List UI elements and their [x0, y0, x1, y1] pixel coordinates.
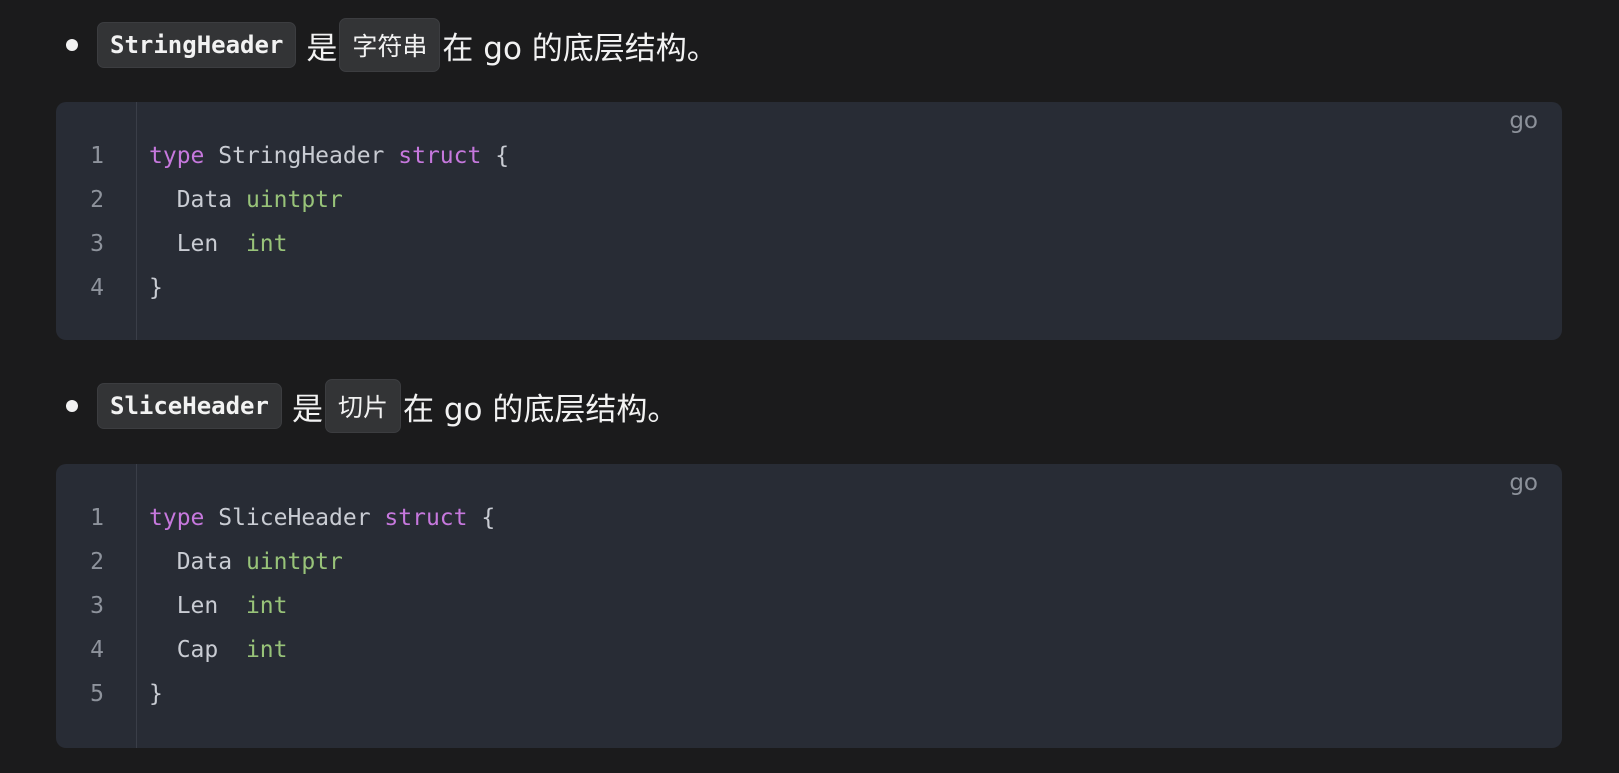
suffix-text: 在 go 的底层结构。 [442, 30, 718, 67]
code-line: 2 Data uintptr [56, 178, 1562, 222]
language-label: go [1509, 108, 1538, 134]
inline-code-string-header: StringHeader [97, 22, 297, 68]
code-text: } [149, 681, 163, 707]
code-lines: 1 type SliceHeader struct { 2 Data uintp… [56, 496, 1562, 716]
bullet-string-header: StringHeader 是 字符串 在 go 的底层结构。 [64, 18, 718, 72]
type-name: int [245, 593, 288, 619]
line-number: 3 [90, 593, 104, 619]
punctuation: { [467, 505, 496, 531]
line-number: 4 [90, 275, 104, 301]
type-name: int [245, 231, 288, 257]
type-name: uintptr [245, 187, 343, 213]
inline-term-string: 字符串 [339, 18, 441, 72]
code-line: 4 Cap int [56, 628, 1562, 672]
connector-text: 是 [291, 391, 323, 428]
inline-term-slice: 切片 [324, 379, 401, 433]
code-text: type SliceHeader struct { [149, 505, 495, 531]
bullet-slice-header: SliceHeader 是 切片 在 go 的底层结构。 [64, 379, 679, 433]
identifier: StringHeader [204, 143, 399, 169]
line-number: 1 [90, 505, 104, 531]
inline-code-slice-header: SliceHeader [97, 383, 282, 429]
type-name: uintptr [245, 549, 343, 575]
field-name: Cap [149, 637, 246, 663]
keyword: type [149, 143, 205, 169]
line-number: 4 [90, 637, 104, 663]
keyword: type [149, 505, 205, 531]
suffix-text: 在 go 的底层结构。 [402, 391, 679, 428]
identifier: SliceHeader [204, 505, 385, 531]
code-line: 1 type SliceHeader struct { [56, 496, 1562, 540]
code-text: Len int [149, 593, 288, 619]
language-label: go [1509, 470, 1538, 496]
code-line: 3 Len int [56, 584, 1562, 628]
code-line: 4 } [56, 266, 1562, 310]
punctuation: } [149, 681, 163, 707]
code-text: Len int [149, 231, 288, 257]
line-number: 2 [90, 187, 104, 213]
code-text: Cap int [149, 637, 288, 663]
code-line: 3 Len int [56, 222, 1562, 266]
code-text: type StringHeader struct { [149, 143, 509, 169]
code-line: 5 } [56, 672, 1562, 716]
field-name: Len [149, 231, 246, 257]
line-number: 2 [90, 549, 104, 575]
type-name: int [245, 637, 288, 663]
bullet-dot-icon [66, 400, 78, 412]
line-number: 3 [90, 231, 104, 257]
field-name: Data [149, 187, 246, 213]
punctuation: { [481, 143, 510, 169]
line-number: 5 [90, 681, 104, 707]
code-line: 2 Data uintptr [56, 540, 1562, 584]
bullet-dot-icon [66, 39, 78, 51]
code-block-string-header: go 1 type StringHeader struct { 2 Data u… [56, 102, 1562, 340]
code-line: 1 type StringHeader struct { [56, 134, 1562, 178]
code-block-slice-header: go 1 type SliceHeader struct { 2 Data ui… [56, 464, 1562, 748]
line-number: 1 [90, 143, 104, 169]
keyword: struct [398, 143, 482, 169]
code-text: Data uintptr [149, 187, 343, 213]
connector-text: 是 [306, 30, 338, 67]
code-text: } [149, 275, 163, 301]
code-text: Data uintptr [149, 549, 343, 575]
code-lines: 1 type StringHeader struct { 2 Data uint… [56, 134, 1562, 310]
field-name: Len [149, 593, 246, 619]
keyword: struct [384, 505, 468, 531]
field-name: Data [149, 549, 246, 575]
punctuation: } [149, 275, 163, 301]
